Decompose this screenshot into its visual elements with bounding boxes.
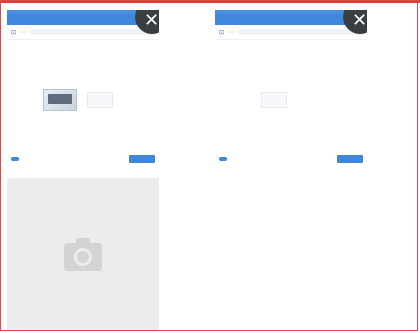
screenshot-card-1[interactable]: ⊡ ✕ [7,10,159,170]
field-row [7,45,159,54]
toggle-switch[interactable] [11,157,19,161]
field-row [215,112,367,121]
field-row [7,120,159,129]
screenshot-card-2[interactable]: ⊡ ✕ [215,10,367,170]
search-input[interactable] [238,29,363,35]
toolbar: ⊡ [215,25,367,40]
field-row [215,45,367,54]
upload-box[interactable] [261,91,287,108]
photo-row [7,88,159,112]
field-row [215,129,367,138]
search-input[interactable] [30,29,155,35]
field-row [215,54,367,63]
card-footer [7,154,159,164]
toggle-switch[interactable] [219,157,227,161]
submit-button[interactable] [129,155,155,163]
field-row [7,54,159,63]
submit-button[interactable] [337,155,363,163]
add-photo-tile[interactable] [7,178,159,330]
field-row [7,112,159,121]
scan-icon[interactable]: ⊡ [219,29,224,36]
field-row [7,62,159,71]
tab-chip[interactable] [228,31,235,33]
upload-box[interactable] [87,91,113,108]
field-row [7,71,159,80]
camera-icon [64,238,102,271]
field-row [215,62,367,71]
field-row [215,120,367,129]
scan-icon[interactable]: ⊡ [11,29,16,36]
card-footer [215,154,367,164]
field-row [7,79,159,88]
tab-chip[interactable] [20,31,27,33]
photo-row [215,88,367,112]
field-row [215,71,367,80]
toolbar: ⊡ [7,25,159,40]
photo-thumbnail[interactable] [43,88,77,111]
field-row [7,129,159,138]
field-row [215,79,367,88]
